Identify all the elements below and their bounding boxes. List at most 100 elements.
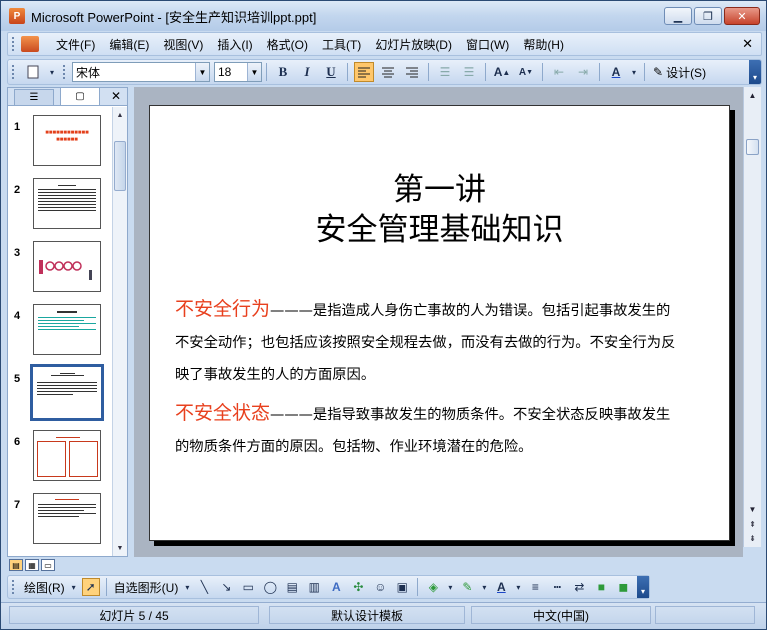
- menu-help[interactable]: 帮助(H): [516, 34, 571, 55]
- scroll-down-icon[interactable]: ▼: [114, 541, 126, 555]
- slide-body-text[interactable]: 不安全行为———是指造成人身伤亡事故的人为错误。包括引起事故发生的不安全动作；也…: [175, 293, 680, 469]
- oval-tool-icon[interactable]: ◯: [261, 578, 279, 596]
- italic-button[interactable]: I: [297, 62, 317, 82]
- dash-style-icon[interactable]: ┅: [548, 578, 566, 596]
- 3d-style-icon[interactable]: ◼: [614, 578, 632, 596]
- align-center-icon[interactable]: [378, 62, 398, 82]
- design-button[interactable]: ✎ 设计(S): [649, 64, 710, 81]
- chevron-down-icon[interactable]: ▼: [195, 63, 209, 81]
- line-tool-icon[interactable]: ╲: [195, 578, 213, 596]
- drawbar-grip[interactable]: [12, 580, 15, 594]
- slide-vertical-scrollbar[interactable]: ▲ ▼ ⇞ ⇟: [743, 87, 761, 547]
- document-icon[interactable]: [21, 36, 39, 52]
- slide-sorter-icon[interactable]: ▦: [25, 559, 39, 571]
- slide-thumbnail[interactable]: [33, 493, 101, 544]
- bold-button[interactable]: B: [273, 62, 293, 82]
- shadow-style-icon[interactable]: ■: [592, 578, 610, 596]
- toolbar-grip[interactable]: [12, 65, 15, 79]
- slide-thumbnail-selected[interactable]: [30, 364, 104, 421]
- slide-thumbnail-row[interactable]: 1 ■■■■■■■■■■■■ ■■■■■■: [8, 107, 112, 170]
- scroll-down-icon[interactable]: ▼: [746, 503, 759, 516]
- menubar-grip[interactable]: [12, 37, 15, 51]
- chevron-down-icon[interactable]: ▾: [446, 578, 454, 596]
- toolbar-grip-2[interactable]: [63, 65, 66, 79]
- fill-color-icon[interactable]: ◈: [424, 578, 442, 596]
- font-name-select[interactable]: 宋体 ▼: [72, 62, 210, 82]
- chevron-down-icon[interactable]: ▾: [70, 578, 78, 596]
- chevron-down-icon[interactable]: ▾: [630, 62, 638, 82]
- wordart-icon[interactable]: A: [327, 578, 345, 596]
- slides-scrollbar[interactable]: ▲ ▼: [112, 107, 127, 556]
- slide-thumbnail-row[interactable]: 2: [8, 170, 112, 233]
- menu-format[interactable]: 格式(O): [260, 34, 315, 55]
- line-style-icon[interactable]: ≡: [526, 578, 544, 596]
- menu-window[interactable]: 窗口(W): [459, 34, 516, 55]
- decrease-indent-icon[interactable]: ⇤: [549, 62, 569, 82]
- slide-thumbnail-row[interactable]: 5: [8, 359, 112, 422]
- draw-menu-button[interactable]: 绘图(R): [21, 579, 68, 596]
- autoshapes-menu-button[interactable]: 自选图形(U): [111, 579, 182, 596]
- menu-view[interactable]: 视图(V): [156, 34, 210, 55]
- arrow-style-icon[interactable]: ⇄: [570, 578, 588, 596]
- powerpoint-app-icon[interactable]: P: [9, 8, 25, 24]
- arrow-tool-icon[interactable]: ↘: [217, 578, 235, 596]
- menu-edit[interactable]: 编辑(E): [102, 34, 156, 55]
- close-window-button[interactable]: ✕: [724, 7, 760, 25]
- underline-button[interactable]: U: [321, 62, 341, 82]
- chevron-down-icon[interactable]: ▼: [247, 63, 261, 81]
- align-left-icon[interactable]: [354, 62, 374, 82]
- new-document-icon[interactable]: [23, 62, 43, 82]
- menu-slideshow[interactable]: 幻灯片放映(D): [368, 34, 459, 55]
- textbox-tool-icon[interactable]: ▤: [283, 578, 301, 596]
- font-color-icon[interactable]: A: [606, 62, 626, 82]
- slide-thumbnail[interactable]: [33, 430, 101, 481]
- slide-thumbnail[interactable]: ■■■■■■■■■■■■ ■■■■■■: [33, 115, 101, 166]
- current-slide[interactable]: 第一讲 安全管理基础知识 不安全行为———是指造成人身伤亡事故的人为错误。包括引…: [149, 105, 730, 541]
- slide-thumbnail-row[interactable]: 3: [8, 233, 112, 296]
- previous-slide-icon[interactable]: ⇞: [746, 518, 759, 531]
- font-color-icon[interactable]: A: [492, 578, 510, 596]
- menu-tools[interactable]: 工具(T): [315, 34, 368, 55]
- diagram-icon[interactable]: ✣: [349, 578, 367, 596]
- slide-thumbnail-row[interactable]: 6: [8, 422, 112, 485]
- rectangle-tool-icon[interactable]: ▭: [239, 578, 257, 596]
- decrease-font-icon[interactable]: A ▼: [516, 62, 536, 82]
- minimize-button[interactable]: ▁: [664, 7, 692, 25]
- scroll-up-icon[interactable]: ▲: [746, 89, 759, 102]
- next-slide-icon[interactable]: ⇟: [746, 532, 759, 545]
- chevron-down-icon[interactable]: ▾: [480, 578, 488, 596]
- slide-title[interactable]: 第一讲 安全管理基础知识: [150, 170, 729, 250]
- tab-slides[interactable]: ▢: [60, 87, 100, 105]
- vertical-textbox-icon[interactable]: ▥: [305, 578, 323, 596]
- line-color-icon[interactable]: ✎: [458, 578, 476, 596]
- align-right-icon[interactable]: [402, 62, 422, 82]
- scroll-up-icon[interactable]: ▲: [114, 108, 126, 122]
- restore-button[interactable]: ❐: [694, 7, 722, 25]
- scroll-thumb[interactable]: [114, 141, 126, 191]
- normal-view-icon[interactable]: ▤: [9, 559, 23, 571]
- menu-insert[interactable]: 插入(I): [210, 34, 259, 55]
- tab-outline[interactable]: ☰: [14, 89, 54, 105]
- increase-font-icon[interactable]: A ▲: [492, 62, 512, 82]
- slide-thumbnail[interactable]: [33, 304, 101, 355]
- select-pointer-icon[interactable]: ➚: [81, 578, 100, 596]
- font-size-select[interactable]: 18 ▼: [214, 62, 262, 82]
- bullets-icon[interactable]: ☰: [459, 62, 479, 82]
- slide-thumbnail-row[interactable]: 7: [8, 485, 112, 548]
- chevron-down-icon[interactable]: ▾: [183, 578, 191, 596]
- clipart-icon[interactable]: ☺: [371, 578, 389, 596]
- close-pane-icon[interactable]: ✕: [111, 89, 121, 103]
- design-template[interactable]: 默认设计模板: [269, 606, 465, 624]
- toolbar-overflow-icon[interactable]: ▾: [637, 576, 649, 598]
- increase-indent-icon[interactable]: ⇥: [573, 62, 593, 82]
- close-document-button[interactable]: ✕: [742, 36, 753, 52]
- toolbar-options-icon[interactable]: ▾: [47, 62, 57, 82]
- slideshow-view-icon[interactable]: ▭: [41, 559, 55, 571]
- scroll-thumb[interactable]: [746, 139, 759, 155]
- insert-picture-icon[interactable]: ▣: [393, 578, 411, 596]
- slide-thumbnail-row[interactable]: 4: [8, 296, 112, 359]
- toolbar-overflow-icon[interactable]: ▾: [749, 60, 761, 84]
- slide-thumbnail[interactable]: [33, 241, 101, 292]
- chevron-down-icon[interactable]: ▾: [514, 578, 522, 596]
- menu-file[interactable]: 文件(F): [49, 34, 102, 55]
